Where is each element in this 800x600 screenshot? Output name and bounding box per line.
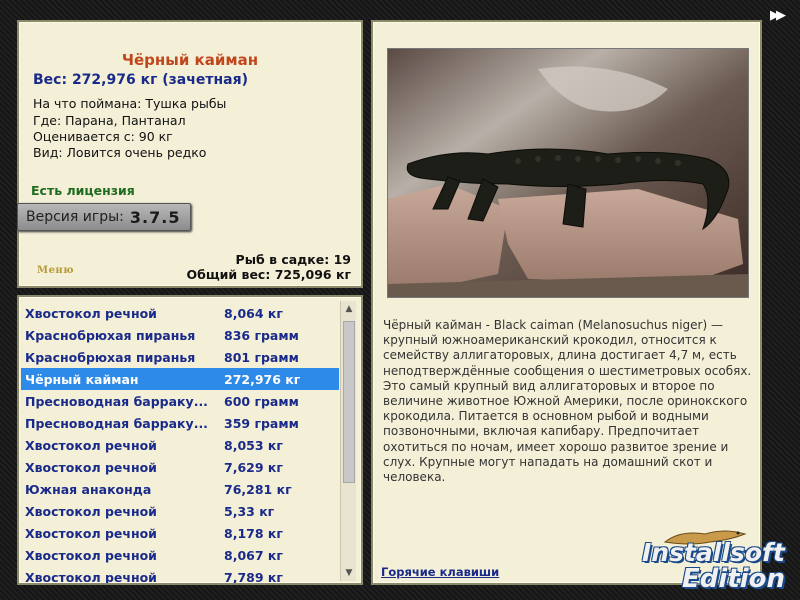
catch-fish-name: Краснобрюхая пиранья (25, 349, 196, 365)
total-weight: Общий вес: 725,096 кг (186, 267, 352, 282)
catch-fish-weight: 7,789 кг (224, 569, 283, 585)
scroll-thumb[interactable] (343, 321, 355, 483)
catch-fish-weight: 8,053 кг (224, 437, 283, 453)
catch-fish-name: Пресноводная барраку... (25, 393, 208, 409)
caught-on-text: На что поймана: Тушка рыбы (33, 96, 227, 111)
fish-info-panel: Чёрный кайман Вес: 272,976 кг (зачетная)… (17, 20, 363, 288)
catch-fish-name: Хвостокол речной (25, 525, 157, 541)
valued-from-text: Оценивается с: 90 кг (33, 129, 173, 144)
caiman-illustration (388, 49, 748, 297)
fish-in-keepnet: Рыб в садке: 19 (235, 252, 351, 267)
hotkeys-link[interactable]: Горячие клавиши (381, 565, 499, 579)
watermark-line1: Installsoft (642, 538, 785, 567)
installsoft-edition-logo: Installsoft Edition (640, 520, 795, 595)
catch-fish-weight: 272,976 кг (224, 371, 301, 387)
next-arrow-icon[interactable]: ▶▶ (770, 8, 786, 23)
catch-fish-name: Пресноводная барраку... (25, 415, 208, 431)
scroll-up-icon[interactable]: ▲ (341, 301, 357, 317)
catch-fish-name: Краснобрюхая пиранья (25, 327, 196, 343)
catch-fish-name: Хвостокол речной (25, 305, 157, 321)
catch-fish-weight: 600 грамм (224, 393, 299, 409)
catch-list-panel: Хвостокол речной 8,064 кг Краснобрюхая пир… (17, 295, 363, 585)
list-scrollbar[interactable]: ▲ ▼ (340, 301, 356, 581)
catch-list-row[interactable]: Пресноводная барраку... 359 грамм (21, 412, 339, 434)
catch-fish-name: Хвостокол речной (25, 569, 157, 585)
catch-fish-name: Южная анаконда (25, 481, 152, 497)
species-note-text: Вид: Ловится очень редко (33, 145, 207, 160)
catch-fish-name: Хвостокол речной (25, 437, 157, 453)
catch-list: Хвостокол речной 8,064 кг Краснобрюхая пир… (21, 302, 339, 585)
catch-list-row[interactable]: Краснобрюхая пиранья 836 грамм (21, 324, 339, 346)
fish-weight: Вес: 272,976 кг (зачетная) (33, 72, 248, 88)
fish-detail-panel: Чёрный кайман - Black caiman (Melanosuch… (371, 20, 762, 585)
fish-title: Чёрный кайман (121, 51, 259, 69)
version-badge: Версия игры: 3.7.5 (17, 203, 191, 231)
caiman-photo (387, 48, 749, 298)
fish-description: Чёрный кайман - Black caiman (Melanosuch… (383, 318, 752, 485)
catch-fish-weight: 8,178 кг (224, 525, 283, 541)
catch-list-row[interactable]: Краснобрюхая пиранья 801 грамм (21, 346, 339, 368)
catch-list-row[interactable]: Хвостокол речной 8,067 кг (21, 544, 339, 566)
location-text: Где: Парана, Пантанал (33, 113, 186, 128)
catch-fish-weight: 359 грамм (224, 415, 299, 431)
catch-fish-weight: 7,629 кг (224, 459, 283, 475)
catch-fish-name: Чёрный кайман (25, 371, 139, 387)
catch-fish-name: Хвостокол речной (25, 459, 157, 475)
menu-button[interactable]: Меню (37, 265, 74, 276)
scroll-down-icon[interactable]: ▼ (341, 565, 357, 581)
catch-fish-weight: 76,281 кг (224, 481, 292, 497)
watermark-line2: Edition (682, 564, 785, 594)
catch-list-row[interactable]: Чёрный кайман 272,976 кг (21, 368, 339, 390)
catch-fish-weight: 836 грамм (224, 327, 299, 343)
catch-list-row[interactable]: Хвостокол речной 8,178 кг (21, 522, 339, 544)
catch-list-row[interactable]: Хвостокол речной 7,789 кг (21, 566, 339, 585)
version-number: 3.7.5 (129, 207, 181, 227)
catch-list-row[interactable]: Южная анаконда 76,281 кг (21, 478, 339, 500)
catch-list-row[interactable]: Хвостокол речной 7,629 кг (21, 456, 339, 478)
catch-fish-weight: 5,33 кг (224, 503, 275, 519)
catch-list-row[interactable]: Хвостокол речной 8,064 кг (21, 302, 339, 324)
catch-list-row[interactable]: Хвостокол речной 8,053 кг (21, 434, 339, 456)
catch-fish-weight: 8,067 кг (224, 547, 283, 563)
version-label: Версия игры: (26, 209, 124, 225)
catch-fish-name: Хвостокол речной (25, 547, 157, 563)
catch-fish-name: Хвостокол речной (25, 503, 157, 519)
catch-fish-weight: 8,064 кг (224, 305, 283, 321)
catch-list-row[interactable]: Пресноводная барраку... 600 грамм (21, 390, 339, 412)
catch-list-row[interactable]: Хвостокол речной 5,33 кг (21, 500, 339, 522)
catch-fish-weight: 801 грамм (224, 349, 299, 365)
license-status: Есть лицензия (31, 183, 135, 198)
